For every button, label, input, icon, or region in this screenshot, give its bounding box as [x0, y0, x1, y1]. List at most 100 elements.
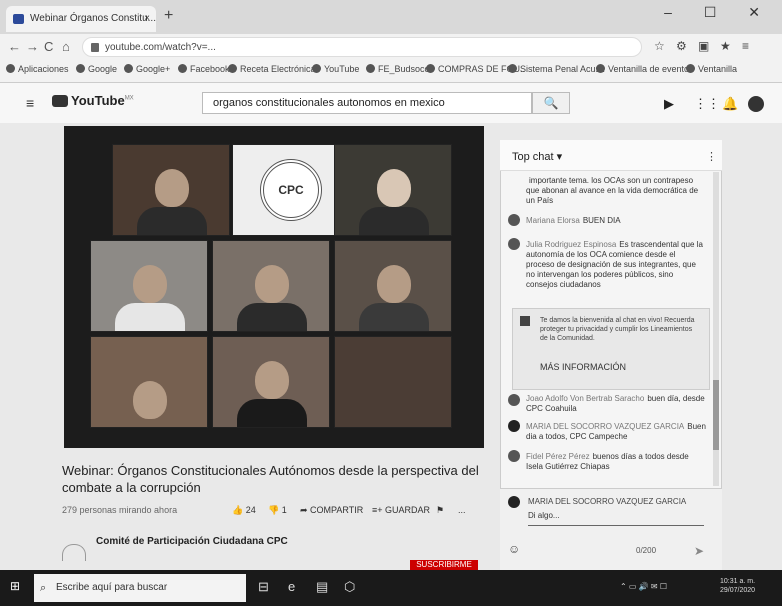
web-icon	[366, 64, 375, 73]
participant-tile	[334, 144, 452, 236]
home-button[interactable]: ⌂	[62, 39, 70, 54]
extension-icon[interactable]: ▣	[698, 39, 709, 53]
thumbs-down-icon: 👎	[268, 505, 282, 515]
save-button[interactable]: ≡+ GUARDAR	[372, 505, 430, 515]
thumbs-up-icon: 👍	[232, 505, 246, 515]
view-count: 279 personas mirando ahora	[62, 505, 178, 515]
avatar	[508, 450, 520, 462]
extension-icon[interactable]: ★	[720, 39, 731, 53]
youtube-logo[interactable]: YouTubeMX	[52, 93, 134, 108]
dislike-button[interactable]: 👎 1	[268, 505, 287, 516]
more-info-button[interactable]: MÁS INFORMACIÓN	[540, 362, 626, 372]
video-title: Webinar: Órganos Constitucionales Autóno…	[62, 463, 479, 495]
youtube-play-icon	[52, 95, 68, 107]
system-tray[interactable]: ⌃ ▭ 🔊 ✉ ☐	[620, 582, 667, 591]
forward-button[interactable]: →	[26, 39, 39, 54]
apps-grid-icon[interactable]: ⋮⋮	[694, 96, 720, 112]
share-button[interactable]: ➦ COMPARTIR	[300, 505, 363, 516]
avatar	[508, 420, 520, 432]
search-input[interactable]: organos constitucionales autonomos en me…	[202, 92, 532, 114]
bookmark-item[interactable]: Ventanilla de eventos	[596, 64, 694, 74]
chat-more-icon[interactable]: ⋮	[706, 150, 717, 163]
more-actions-button[interactable]: ...	[458, 505, 466, 515]
web-icon	[228, 64, 237, 73]
bookmark-item[interactable]: Aplicaciones	[6, 64, 69, 74]
participant-tile: CPC	[232, 144, 350, 236]
url-text: youtube.com/watch?v=...	[105, 42, 216, 53]
flag-icon[interactable]: ⚑	[436, 505, 444, 516]
clock[interactable]: 10:31 a. m. 29/07/2020	[720, 577, 755, 595]
bookmark-item[interactable]: Sistema Penal Acus..	[508, 64, 605, 74]
chat-message: importante tema. los OCAs son un contrap…	[526, 176, 699, 205]
chat-message: Joao Adolfo Von Bertrab Saracho buen día,…	[526, 394, 705, 413]
new-tab-button[interactable]: +	[164, 7, 173, 25]
chat-message: Fidel Pérez Pérez buenos días a todos des…	[526, 452, 689, 471]
web-icon	[596, 64, 605, 73]
google-icon	[76, 64, 85, 73]
avatar	[508, 496, 520, 508]
search-icon: ⌕	[40, 582, 47, 594]
char-count: 0/200	[636, 546, 657, 555]
notifications-bell-icon[interactable]: 🔔	[722, 96, 738, 112]
chat-scrollbar-thumb[interactable]	[713, 380, 719, 450]
extension-icon[interactable]: ⚙	[676, 39, 687, 53]
participant-tile	[90, 336, 208, 428]
composer-author: MARIA DEL SOCORRO VAZQUEZ GARCIA	[528, 497, 687, 506]
task-view-icon[interactable]: ⊟	[258, 579, 269, 595]
bookmark-item[interactable]: FE_Budsoco	[366, 64, 430, 74]
apps-icon	[6, 64, 15, 73]
start-button[interactable]: ⊞	[10, 579, 24, 593]
like-button[interactable]: 👍 24	[232, 505, 256, 516]
edge-icon[interactable]: e	[288, 579, 295, 594]
tab-title: Webinar Órganos Constitu...	[30, 13, 156, 24]
browser-tab[interactable]: Webinar Órganos Constitu... ×	[6, 6, 156, 32]
chrome-icon[interactable]: ⬡	[344, 579, 355, 595]
bookmark-item[interactable]: Facebook	[178, 64, 230, 74]
youtube-icon	[312, 64, 321, 73]
hamburger-menu-icon[interactable]: ≡	[26, 95, 34, 111]
back-button[interactable]: ←	[8, 39, 21, 54]
subscribe-button[interactable]: SUSCRIBIRME	[410, 560, 478, 570]
chat-message: MARIA DEL SOCORRO VAZQUEZ GARCIA Buen dia…	[526, 422, 706, 441]
window-controls[interactable]: – ☐ ✕	[664, 4, 774, 21]
bookmark-star-icon[interactable]: ☆	[654, 39, 665, 53]
cpc-logo: CPC	[260, 159, 322, 221]
participant-tile	[334, 240, 452, 332]
create-video-icon[interactable]: ▶	[664, 96, 674, 112]
tab-close-icon[interactable]: ×	[144, 6, 150, 32]
chat-message: Mariana Elorsa BUEN DIA	[526, 216, 621, 225]
info-icon	[520, 316, 530, 326]
participant-tile	[212, 240, 330, 332]
bookmark-item[interactable]: YouTube	[312, 64, 359, 74]
channel-avatar[interactable]	[62, 544, 86, 561]
chat-message: Julia Rodriguez Espinosa Es trascendental…	[526, 240, 703, 289]
channel-name[interactable]: Comité de Participación Ciudadana CPC	[96, 536, 288, 547]
reload-button[interactable]: C	[44, 39, 53, 54]
emoji-icon[interactable]: ☺	[508, 542, 520, 556]
video-player[interactable]: CPC	[64, 126, 484, 448]
google-plus-icon	[124, 64, 133, 73]
address-bar[interactable]: youtube.com/watch?v=...	[82, 37, 642, 57]
search-button[interactable]: 🔍	[532, 92, 570, 114]
top-chat-dropdown[interactable]: Top chat ▾	[512, 150, 562, 163]
avatar	[508, 238, 520, 250]
facebook-icon	[178, 64, 187, 73]
banner-text: Te damos la bienvenida al chat en vivo! …	[540, 317, 695, 342]
bookmark-item[interactable]: Google+	[124, 64, 170, 74]
chat-input[interactable]: Di algo...	[528, 511, 704, 526]
tab-favicon-icon	[13, 14, 24, 24]
participant-tile	[334, 336, 452, 428]
avatar[interactable]	[748, 96, 764, 112]
playlist-add-icon: ≡+	[372, 505, 386, 515]
taskbar-search[interactable]: ⌕ Escribe aquí para buscar	[34, 574, 246, 602]
menu-icon[interactable]: ≡	[742, 39, 749, 53]
file-explorer-icon[interactable]: ▤	[316, 579, 328, 595]
bookmark-item[interactable]: Receta Electrónica	[228, 64, 316, 74]
share-icon: ➦	[300, 505, 311, 515]
send-button[interactable]: ➤	[694, 544, 704, 558]
web-icon	[686, 64, 695, 73]
bookmark-item[interactable]: Google	[76, 64, 117, 74]
bookmark-item[interactable]: Ventanilla	[686, 64, 737, 74]
participant-tile	[90, 240, 208, 332]
avatar	[508, 214, 520, 226]
